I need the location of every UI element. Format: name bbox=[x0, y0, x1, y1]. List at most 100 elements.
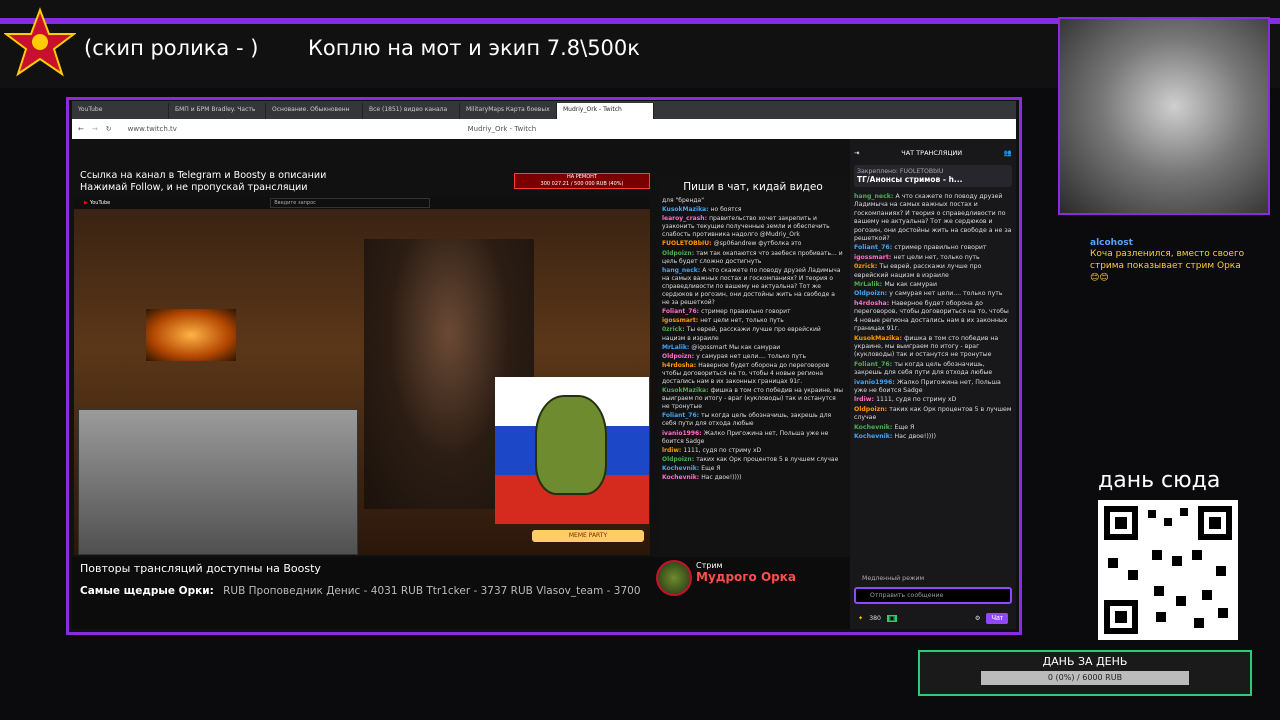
tab-youtube[interactable]: YouTube bbox=[72, 103, 169, 119]
chat-message: MrLalik: Мы как самураи bbox=[854, 281, 1012, 289]
chat-username[interactable]: learoy_crash: bbox=[662, 215, 709, 222]
chat-message: Oldpoizn: у самурая нет цели.... только … bbox=[662, 353, 844, 361]
daily-donation-title: ДАНЬ ЗА ДЕНЬ bbox=[1042, 655, 1128, 668]
chat-username[interactable]: Oldpoizn: bbox=[854, 406, 889, 413]
chat-text: нет цели нет, только путь bbox=[893, 253, 980, 261]
chat-username[interactable]: ivanio1996: bbox=[854, 379, 897, 386]
daily-donation-bar: 0 (0%) / 6000 RUB bbox=[981, 671, 1189, 685]
donate-qr-code bbox=[1098, 500, 1238, 640]
chat-username[interactable]: lrdiw: bbox=[662, 447, 683, 454]
stream-header-line2: Нажимай Follow, и не пропускай трансляци… bbox=[80, 182, 308, 193]
chat-username[interactable]: Kochevnik: bbox=[662, 474, 701, 481]
tab-osnovanie[interactable]: Основание. Обыкновенн bbox=[266, 103, 363, 119]
chat-username[interactable]: Foliant_76: bbox=[854, 244, 894, 251]
chat-username[interactable]: Foliant_76: bbox=[662, 412, 701, 419]
tab-twitch[interactable]: Mudriy_Ork - Twitch bbox=[557, 103, 654, 119]
chat-text: @igossmart Мы как самураи bbox=[691, 343, 781, 351]
chat-message: KusokMazika: фишка в том сто победив на … bbox=[662, 387, 844, 411]
chat-username[interactable]: Kochevnik: bbox=[662, 465, 701, 472]
chat-message: Foliant_76: ты когда цель обозначишь, за… bbox=[854, 361, 1012, 378]
chat-message: Foliant_76: ты когда цель обозначишь, за… bbox=[662, 412, 844, 428]
collapse-icon[interactable]: ⇥ bbox=[854, 149, 859, 157]
pinned-text: ТГ/Анонсы стримов - h... bbox=[857, 175, 963, 184]
tab-label: YouTube bbox=[78, 106, 103, 113]
chat-send-button[interactable]: Чат bbox=[986, 613, 1008, 624]
chat-username[interactable]: Kochevnik: bbox=[854, 433, 895, 440]
chat-message: hang_neck: А что скажете по поводу друзе… bbox=[854, 193, 1012, 243]
chat-message: 0zrick: Ты еврей, расскажи лучше про евр… bbox=[662, 326, 844, 342]
chat-username[interactable]: 0zrick: bbox=[854, 263, 880, 270]
sickle-star-logo bbox=[4, 7, 76, 77]
chat-username[interactable]: Kochevnik: bbox=[854, 424, 895, 431]
chat-username[interactable]: Oldpoizn: bbox=[854, 290, 889, 297]
stream-chat-list: для "бренда" KusokMazika: но боятся learoy… bbox=[662, 197, 844, 482]
chat-text: 1111, судя по стриму xD bbox=[876, 396, 957, 404]
chat-username[interactable]: Foliant_76: bbox=[854, 361, 894, 368]
orc-face-icon bbox=[535, 395, 607, 495]
chat-username[interactable]: hang_neck: bbox=[662, 267, 702, 274]
chat-username[interactable]: ivanio1996: bbox=[662, 430, 704, 437]
alcohost-message: alcohost Коча разленился, вместо своего … bbox=[1090, 238, 1250, 284]
chat-username[interactable]: h4rdosha: bbox=[854, 300, 891, 307]
orc-logo-line1: Стрим bbox=[696, 561, 723, 570]
chat-message: h4rdosha: Наверное будет оборона до пере… bbox=[662, 362, 844, 386]
tab-militarymaps[interactable]: MilitaryMaps Карта боевых bbox=[460, 103, 557, 119]
url-field[interactable]: www.twitch.tv bbox=[128, 125, 408, 133]
chat-message: Oldpoizn: там так окапаются что заебеся … bbox=[662, 250, 844, 266]
chat-username[interactable]: lrdiw: bbox=[854, 396, 876, 403]
chat-username[interactable]: Oldpoizn: bbox=[662, 353, 696, 360]
chat-message: для "бренда" bbox=[662, 197, 844, 205]
chat-text: @sp06andrew футболка это bbox=[713, 240, 802, 248]
chat-message: lrdiw: 1111, судя по стриму xD bbox=[854, 396, 1012, 404]
chat-username[interactable]: Foliant_76: bbox=[662, 308, 701, 315]
chat-message: Oldpoizn: таких как Орк процентов 5 в лу… bbox=[854, 406, 1012, 423]
browser-window: YouTube БМП и БРМ Bradley. Часть Основан… bbox=[72, 101, 1016, 629]
page-title: Mudriy_Ork - Twitch bbox=[467, 125, 537, 133]
saving-goal-text: Коплю на мот и экип 7.8\500к bbox=[308, 36, 640, 60]
chat-text: Еще Я bbox=[701, 464, 721, 472]
chat-text: стример правильно говорит bbox=[894, 244, 987, 252]
chat-username[interactable]: 0zrick: bbox=[662, 326, 687, 333]
chat-text: таких как Орк процентов 5 в лучшем случа… bbox=[696, 455, 839, 463]
chat-username[interactable]: igossmart: bbox=[662, 317, 700, 324]
chat-username[interactable]: KusokMazika: bbox=[662, 387, 711, 394]
meme-party-badge: MEME PARTY bbox=[532, 530, 644, 542]
chat-message: Kochevnik: Нас двое!)))) bbox=[854, 433, 1012, 441]
back-icon[interactable]: ← bbox=[78, 125, 84, 133]
chat-message: igossmart: нет цели нет, только путь bbox=[854, 254, 1012, 262]
chat-text: Мы как самураи bbox=[884, 281, 937, 289]
repair-goal-label: НА РЕМОНТ bbox=[566, 174, 597, 180]
forward-icon[interactable]: → bbox=[92, 125, 98, 133]
slow-mode-indicator: Медленный режим bbox=[862, 575, 925, 582]
repair-goal-box: НА РЕМОНТ 300 027.21 / 500 000 RUB (40%) bbox=[514, 173, 650, 189]
chat-username[interactable]: KusokMazika: bbox=[854, 335, 904, 342]
orc-logo-icon bbox=[656, 560, 692, 596]
youtube-search-input[interactable]: Введите запрос bbox=[270, 198, 431, 208]
chat-message: Foliant_76: стример правильно говорит bbox=[854, 244, 1012, 252]
channel-points-icon[interactable]: ✦ bbox=[858, 615, 863, 622]
chat-username[interactable]: h4rdosha: bbox=[662, 362, 698, 369]
gift-icon[interactable]: ▣ bbox=[887, 615, 897, 622]
chat-username[interactable]: Oldpoizn: bbox=[662, 456, 696, 463]
repair-goal-value: 300 027.21 / 500 000 RUB (40%) bbox=[540, 181, 624, 187]
chat-text: Нас двое!)))) bbox=[894, 432, 936, 440]
top-donors-list: RUB Проповедник Денис - 4031 RUB Ttr1cke… bbox=[223, 585, 641, 597]
chat-username[interactable]: MrLalik: bbox=[854, 281, 884, 288]
tab-videos[interactable]: Все (1851) видео канала bbox=[363, 103, 460, 119]
chat-username[interactable]: MrLalik: bbox=[662, 344, 691, 351]
chat-username[interactable]: KusokMazika: bbox=[662, 206, 711, 213]
pinned-message[interactable]: Закреплено: FUOLETOBbIU ТГ/Анонсы стримо… bbox=[854, 165, 1012, 187]
reload-icon[interactable]: ↻ bbox=[106, 125, 112, 133]
chat-username[interactable]: igossmart: bbox=[854, 254, 893, 261]
chat-username[interactable]: FUOLETOBbIU: bbox=[662, 240, 714, 247]
tab-label: Все (1851) видео канала bbox=[369, 106, 448, 113]
chat-username[interactable]: hang_neck: bbox=[854, 193, 896, 200]
users-icon[interactable]: 👥 bbox=[1004, 149, 1012, 157]
tab-bradley[interactable]: БМП и БРМ Bradley. Часть bbox=[169, 103, 266, 119]
chat-message: Foliant_76: стример правильно говорит bbox=[662, 308, 844, 316]
chat-username[interactable]: Oldpoizn: bbox=[662, 250, 696, 257]
channel-points-value: 380 bbox=[869, 615, 881, 622]
chat-input[interactable]: Отправить сообщение bbox=[854, 587, 1012, 604]
settings-gear-icon[interactable]: ⚙ bbox=[975, 615, 981, 622]
chat-message: FUOLETOBbIU: @sp06andrew футболка это bbox=[662, 240, 844, 248]
